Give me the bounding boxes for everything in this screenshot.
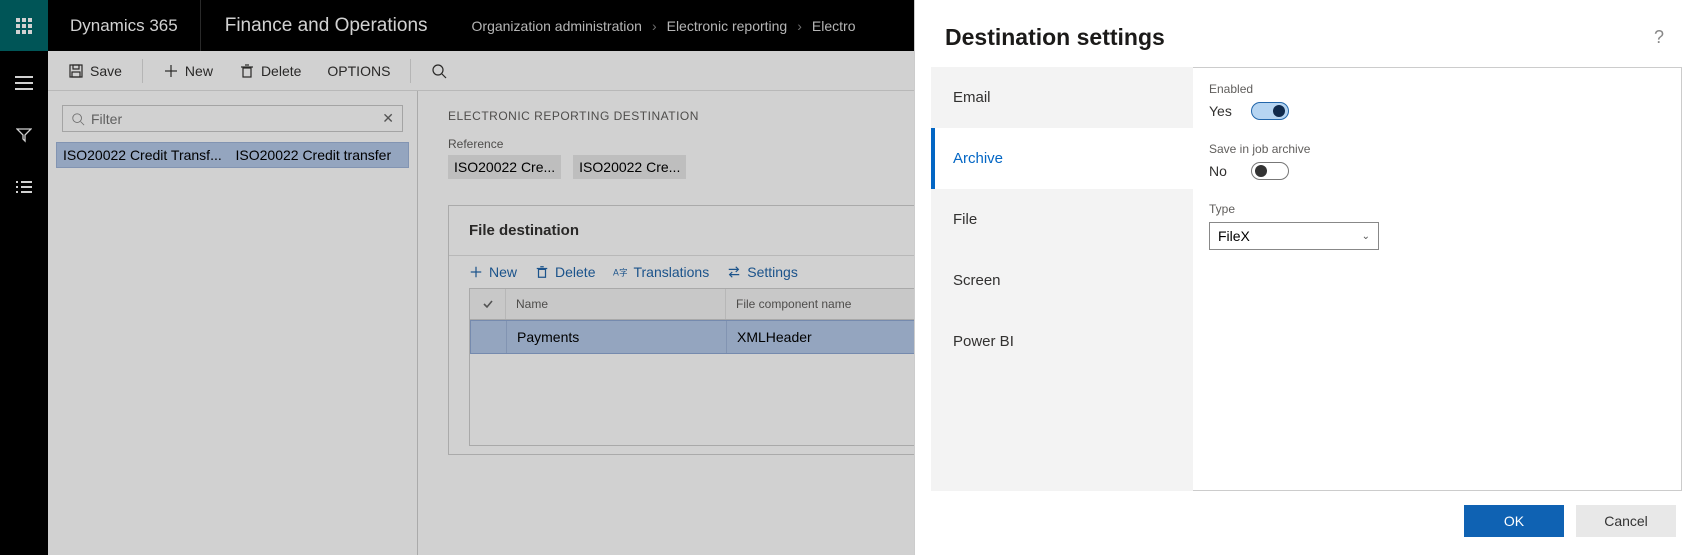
- grid-header-name[interactable]: Name: [506, 289, 726, 319]
- type-select-value: FileX: [1218, 228, 1250, 244]
- dialog-title: Destination settings: [945, 24, 1165, 51]
- search-button[interactable]: [425, 59, 453, 83]
- tab-powerbi[interactable]: Power BI: [931, 311, 1193, 372]
- search-icon: [431, 63, 447, 79]
- dialog-tab-list: Email Archive File Screen Power BI: [931, 67, 1193, 491]
- card-new-button[interactable]: New: [469, 264, 517, 280]
- filter-rail-button[interactable]: [0, 119, 48, 151]
- grid-header-check[interactable]: [470, 289, 506, 319]
- reference-field[interactable]: ISO20022 Cre...: [448, 155, 561, 179]
- enabled-value: Yes: [1209, 103, 1239, 119]
- left-rail: [0, 51, 48, 555]
- chevron-right-icon: ›: [797, 18, 802, 34]
- list-row-ref: ISO20022 Credit Transf...: [63, 147, 236, 163]
- row-name-cell: Payments: [507, 321, 727, 353]
- trash-icon: [535, 265, 549, 279]
- svg-text:字: 字: [620, 267, 628, 278]
- save-icon: [68, 63, 84, 79]
- breadcrumb-item[interactable]: Organization administration: [472, 18, 642, 34]
- new-button[interactable]: New: [157, 59, 219, 83]
- type-field: Type FileX ⌄: [1209, 202, 1665, 250]
- app-launcher-button[interactable]: [0, 0, 48, 51]
- hamburger-button[interactable]: [0, 67, 48, 99]
- breadcrumb-item[interactable]: Electro: [812, 18, 856, 34]
- savejob-value: No: [1209, 163, 1239, 179]
- destination-settings-dialog: Destination settings ? Email Archive Fil…: [914, 0, 1694, 555]
- dialog-footer: OK Cancel: [915, 497, 1694, 555]
- savejob-toggle[interactable]: [1251, 162, 1289, 180]
- card-delete-button[interactable]: Delete: [535, 264, 595, 280]
- svg-text:A: A: [613, 268, 619, 278]
- chevron-right-icon: ›: [652, 18, 657, 34]
- tab-email[interactable]: Email: [931, 67, 1193, 128]
- module-label[interactable]: Finance and Operations: [201, 0, 452, 51]
- ok-button[interactable]: OK: [1464, 505, 1564, 537]
- list-row[interactable]: ISO20022 Credit Transf... ISO20022 Credi…: [56, 142, 409, 168]
- dialog-form: Enabled Yes Save in job archive No Type …: [1193, 67, 1682, 491]
- brand-label[interactable]: Dynamics 365: [48, 0, 201, 51]
- enabled-toggle[interactable]: [1251, 102, 1289, 120]
- options-button[interactable]: OPTIONS: [321, 59, 396, 83]
- list-icon: [16, 181, 32, 193]
- tab-screen[interactable]: Screen: [931, 250, 1193, 311]
- card-settings-button[interactable]: Settings: [727, 264, 798, 280]
- savejob-label: Save in job archive: [1209, 142, 1665, 156]
- list-panel: ✕ ISO20022 Credit Transf... ISO20022 Cre…: [48, 91, 418, 555]
- enabled-label: Enabled: [1209, 82, 1665, 96]
- translate-icon: A字: [613, 265, 627, 279]
- delete-button[interactable]: Delete: [233, 59, 307, 83]
- funnel-icon: [16, 127, 32, 143]
- enabled-field: Enabled Yes: [1209, 82, 1665, 120]
- dialog-body: Email Archive File Screen Power BI Enabl…: [915, 61, 1694, 497]
- type-label: Type: [1209, 202, 1665, 216]
- hamburger-icon: [15, 76, 33, 90]
- savejob-field: Save in job archive No: [1209, 142, 1665, 180]
- list-row-name: ISO20022 Credit transfer: [236, 147, 403, 163]
- search-icon: [71, 112, 85, 126]
- check-icon: [482, 298, 494, 310]
- tab-file[interactable]: File: [931, 189, 1193, 250]
- save-button[interactable]: Save: [62, 59, 128, 83]
- clear-filter-button[interactable]: ✕: [382, 110, 394, 127]
- tab-archive[interactable]: Archive: [931, 128, 1193, 189]
- waffle-icon: [16, 18, 32, 34]
- divider: [142, 59, 143, 83]
- list-rail-button[interactable]: [0, 171, 48, 203]
- dialog-header: Destination settings ?: [915, 0, 1694, 61]
- cancel-button[interactable]: Cancel: [1576, 505, 1676, 537]
- trash-icon: [239, 63, 255, 79]
- divider: [410, 59, 411, 83]
- row-select-cell[interactable]: [471, 321, 507, 353]
- swap-icon: [727, 265, 741, 279]
- type-select[interactable]: FileX ⌄: [1209, 222, 1379, 250]
- breadcrumb-item[interactable]: Electronic reporting: [667, 18, 788, 34]
- filter-input[interactable]: [91, 111, 382, 127]
- chevron-down-icon: ⌄: [1362, 231, 1370, 242]
- card-translations-button[interactable]: A字 Translations: [613, 264, 709, 280]
- reference-field[interactable]: ISO20022 Cre...: [573, 155, 686, 179]
- filter-box[interactable]: ✕: [62, 105, 403, 132]
- help-button[interactable]: ?: [1654, 27, 1664, 48]
- plus-icon: [163, 63, 179, 79]
- plus-icon: [469, 265, 483, 279]
